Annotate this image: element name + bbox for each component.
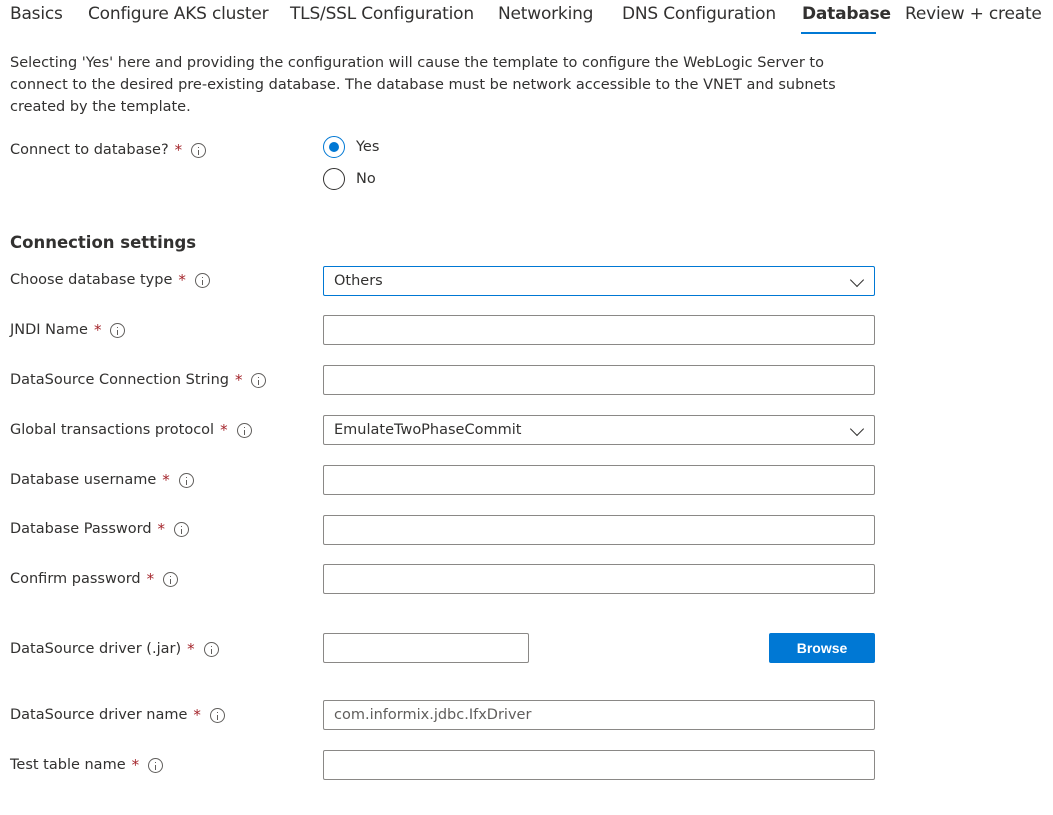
required-marker: *: [220, 421, 228, 439]
radio-yes-label: Yes: [356, 139, 380, 155]
radio-no-circle[interactable]: [323, 168, 345, 190]
global-tx-label-text: Global transactions protocol: [10, 422, 215, 438]
driver-jar-file-input[interactable]: [323, 633, 529, 663]
info-icon[interactable]: [178, 472, 194, 488]
info-icon[interactable]: [203, 641, 219, 657]
required-marker: *: [187, 640, 195, 658]
radio-no[interactable]: No: [323, 168, 376, 190]
tab-dns-configuration[interactable]: DNS Configuration: [622, 4, 776, 24]
db-type-value: Others: [334, 273, 383, 289]
connect-database-label-text: Connect to database?: [10, 142, 169, 158]
db-type-label-text: Choose database type: [10, 272, 173, 288]
db-type-select[interactable]: Others: [323, 266, 875, 296]
jndi-input[interactable]: [323, 315, 875, 345]
username-label-text: Database username: [10, 472, 157, 488]
tab-basics[interactable]: Basics: [10, 4, 63, 24]
radio-yes[interactable]: Yes: [323, 136, 379, 158]
confirm-password-label-text: Confirm password: [10, 571, 141, 587]
required-marker: *: [193, 706, 201, 724]
jndi-label-text: JNDI Name: [10, 322, 88, 338]
browse-button[interactable]: Browse: [769, 633, 875, 663]
info-icon[interactable]: [209, 707, 225, 723]
tab-review-create[interactable]: Review + create: [905, 4, 1042, 24]
username-input[interactable]: [323, 465, 875, 495]
driver-jar-label: DataSource driver (.jar) *: [10, 640, 219, 658]
intro-description: Selecting 'Yes' here and providing the c…: [10, 55, 836, 115]
info-icon[interactable]: [163, 571, 179, 587]
chevron-down-icon: [849, 421, 865, 437]
radio-no-label: No: [356, 171, 376, 187]
section-title-connection-settings: Connection settings: [10, 233, 197, 252]
conn-string-label: DataSource Connection String *: [10, 371, 267, 389]
info-icon[interactable]: [148, 757, 164, 773]
required-marker: *: [234, 371, 243, 389]
password-label-text: Database Password: [10, 521, 152, 537]
required-marker: *: [174, 141, 183, 159]
required-marker: *: [162, 471, 170, 489]
active-tab-indicator: [801, 32, 876, 34]
info-icon[interactable]: [191, 142, 207, 158]
db-type-label: Choose database type *: [10, 271, 210, 289]
required-marker: *: [157, 520, 166, 538]
confirm-password-input[interactable]: [323, 564, 875, 594]
info-icon[interactable]: [251, 372, 267, 388]
required-marker: *: [146, 570, 155, 588]
tab-tls-ssl-configuration[interactable]: TLS/SSL Configuration: [290, 4, 474, 24]
wizard-tabs: Basics Configure AKS cluster TLS/SSL Con…: [0, 0, 1053, 36]
driver-name-label: DataSource driver name *: [10, 706, 225, 724]
driver-name-value: com.informix.jdbc.IfxDriver: [334, 707, 532, 723]
chevron-down-icon: [849, 272, 865, 288]
required-marker: *: [178, 271, 186, 289]
global-tx-select[interactable]: EmulateTwoPhaseCommit: [323, 415, 875, 445]
tab-database[interactable]: Database: [802, 4, 891, 24]
global-tx-value: EmulateTwoPhaseCommit: [334, 422, 522, 438]
test-table-input[interactable]: [323, 750, 875, 780]
driver-name-input[interactable]: com.informix.jdbc.IfxDriver: [323, 700, 875, 730]
jndi-label: JNDI Name *: [10, 321, 126, 339]
confirm-password-label: Confirm password *: [10, 570, 179, 588]
info-icon[interactable]: [174, 521, 190, 537]
info-icon[interactable]: [110, 322, 126, 338]
driver-jar-label-text: DataSource driver (.jar): [10, 641, 182, 657]
required-marker: *: [93, 321, 102, 339]
test-table-label: Test table name *: [10, 756, 164, 774]
conn-string-input[interactable]: [323, 365, 875, 395]
password-input[interactable]: [323, 515, 875, 545]
username-label: Database username *: [10, 471, 194, 489]
password-label: Database Password *: [10, 520, 190, 538]
radio-yes-circle[interactable]: [323, 136, 345, 158]
connect-database-label: Connect to database? *: [10, 141, 207, 159]
info-icon[interactable]: [236, 422, 252, 438]
required-marker: *: [131, 756, 140, 774]
driver-name-label-text: DataSource driver name: [10, 707, 188, 723]
info-icon[interactable]: [194, 272, 210, 288]
conn-string-label-text: DataSource Connection String: [10, 372, 229, 388]
tab-configure-aks-cluster[interactable]: Configure AKS cluster: [88, 4, 269, 24]
tab-networking[interactable]: Networking: [498, 4, 593, 24]
global-tx-label: Global transactions protocol *: [10, 421, 252, 439]
test-table-label-text: Test table name: [10, 757, 126, 773]
